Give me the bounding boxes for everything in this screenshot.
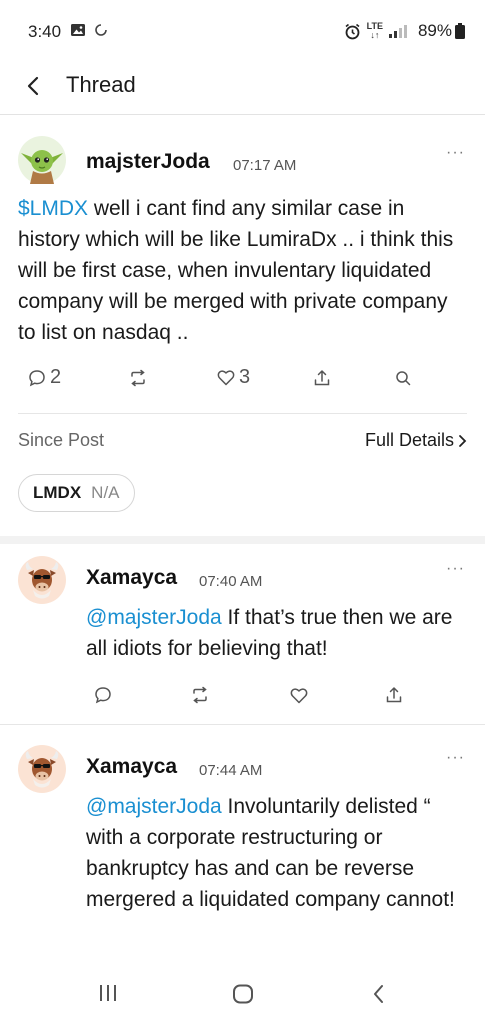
search-button[interactable] bbox=[395, 370, 411, 386]
reply-button[interactable]: 2 bbox=[28, 366, 128, 389]
chevron-left-icon[interactable] bbox=[20, 72, 48, 100]
reply-body: @majsterJoda If that’s true then we are … bbox=[86, 602, 467, 664]
sync-icon bbox=[95, 24, 107, 36]
post-time: 07:17 AM bbox=[233, 157, 297, 174]
repost-button[interactable] bbox=[190, 686, 290, 704]
reply-username[interactable]: Xamayca bbox=[86, 755, 177, 779]
more-options-icon[interactable]: ··· bbox=[446, 749, 465, 767]
reply-username[interactable]: Xamayca bbox=[86, 566, 177, 590]
since-post-label: Since Post bbox=[18, 430, 105, 450]
avatar[interactable] bbox=[18, 136, 66, 184]
reply-time: 07:44 AM bbox=[199, 762, 263, 779]
reply-actions bbox=[94, 686, 403, 704]
lte-indicator: LTE ↓↑ bbox=[366, 21, 383, 40]
mention-link[interactable]: @majsterJoda bbox=[86, 795, 222, 818]
page-title: Thread bbox=[66, 72, 136, 97]
cashtag-link[interactable]: $LMDX bbox=[18, 197, 88, 220]
battery-percent: 89% bbox=[417, 21, 452, 40]
share-icon bbox=[386, 687, 402, 703]
repost-icon bbox=[131, 369, 145, 386]
share-icon bbox=[314, 369, 330, 385]
more-options-icon[interactable]: ··· bbox=[446, 560, 465, 578]
reply-count: 2 bbox=[50, 366, 62, 388]
comment-icon bbox=[29, 369, 45, 386]
post-actions: 2 3 bbox=[28, 366, 411, 389]
ticker-symbol: LMDX bbox=[33, 483, 82, 502]
reply-body: @majsterJoda Involuntarily delisted “ wi… bbox=[86, 791, 467, 915]
full-details-label: Full Details bbox=[364, 430, 454, 450]
ticker-change: N/A bbox=[91, 483, 120, 502]
divider bbox=[18, 413, 467, 414]
bull-avatar-icon bbox=[25, 751, 59, 788]
reply-time: 07:40 AM bbox=[199, 573, 263, 590]
repost-button[interactable] bbox=[128, 369, 217, 387]
chevron-right-icon bbox=[459, 434, 467, 447]
reply-post: Xamayca 07:40 AM ··· @majsterJoda If tha… bbox=[0, 544, 485, 724]
recent-apps-icon[interactable] bbox=[98, 984, 118, 1002]
status-left-icons bbox=[70, 22, 108, 38]
signal-icon bbox=[389, 25, 407, 38]
search-icon bbox=[396, 370, 411, 385]
divider bbox=[0, 724, 485, 725]
bull-avatar-icon bbox=[25, 562, 59, 599]
thread-header: Thread bbox=[0, 60, 485, 115]
like-button[interactable]: 3 bbox=[217, 366, 313, 389]
main-post: majsterJoda 07:17 AM ··· $LMDX well i ca… bbox=[0, 116, 485, 414]
reply-button[interactable] bbox=[94, 686, 190, 704]
status-time: 3:40 bbox=[28, 22, 62, 41]
share-button[interactable] bbox=[313, 369, 395, 387]
full-details-link[interactable]: Full Details bbox=[365, 430, 468, 451]
heart-icon bbox=[217, 370, 235, 386]
status-right-icons: LTE ↓↑ bbox=[344, 22, 407, 40]
repost-icon bbox=[193, 686, 207, 704]
ticker-chip[interactable]: LMDX N/A bbox=[18, 474, 135, 512]
since-post-row: Since Post Full Details bbox=[18, 430, 468, 458]
post-username[interactable]: majsterJoda bbox=[86, 150, 210, 174]
comment-icon bbox=[95, 687, 111, 704]
status-bar: 3:40 LTE ↓↑ 89% bbox=[0, 0, 485, 60]
reply-post: Xamayca 07:44 AM ··· @majsterJoda Involu… bbox=[0, 733, 485, 963]
share-button[interactable] bbox=[385, 686, 403, 704]
system-nav-bar bbox=[0, 966, 485, 1024]
post-body: $LMDX well i cant find any similar case … bbox=[18, 193, 467, 348]
more-options-icon[interactable]: ··· bbox=[446, 144, 465, 162]
battery-icon bbox=[455, 23, 465, 39]
back-nav-icon[interactable] bbox=[372, 984, 386, 1004]
section-separator bbox=[0, 536, 485, 544]
avatar[interactable] bbox=[18, 745, 66, 793]
mention-link[interactable]: @majsterJoda bbox=[86, 606, 222, 629]
avatar[interactable] bbox=[18, 556, 66, 604]
battery-status: 89% bbox=[418, 21, 465, 41]
heart-icon bbox=[290, 687, 308, 703]
like-count: 3 bbox=[239, 366, 251, 388]
yoda-avatar-icon bbox=[21, 150, 63, 184]
gallery-icon bbox=[71, 24, 85, 36]
alarm-icon bbox=[345, 23, 360, 39]
like-button[interactable] bbox=[290, 687, 385, 704]
home-icon[interactable] bbox=[232, 984, 254, 1004]
